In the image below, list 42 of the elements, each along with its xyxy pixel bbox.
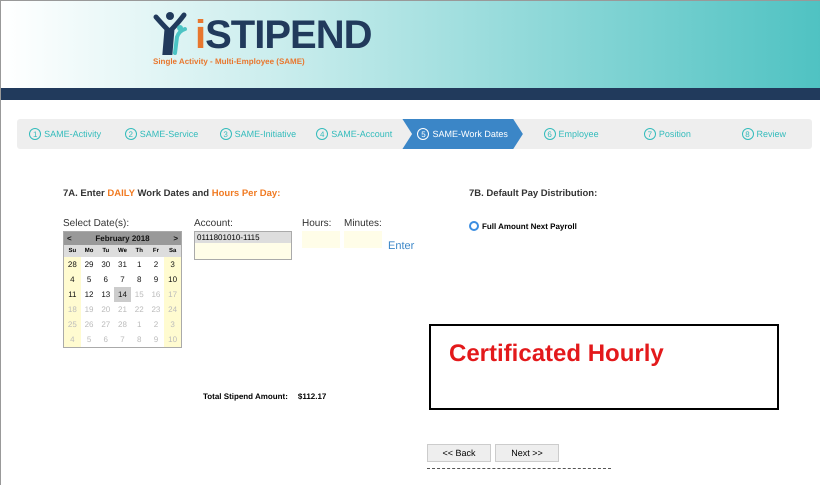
wizard-step[interactable]: 1 SAME-Activity [17, 119, 114, 149]
account-list[interactable]: 0111801010-1115 [194, 231, 292, 260]
wizard-step[interactable]: 5 SAME-Work Dates [402, 119, 523, 149]
calendar-day[interactable]: 4 [64, 332, 81, 347]
calendar-day[interactable]: 3 [164, 257, 181, 272]
field-label: Minutes: [344, 218, 382, 229]
calendar-day[interactable]: 28 [64, 257, 81, 272]
enter-link[interactable]: Enter [388, 240, 414, 252]
calendar-day[interactable]: 25 [64, 317, 81, 332]
total-amount: $112.17 [298, 392, 326, 401]
calendar-day[interactable]: 24 [164, 302, 181, 317]
annotation-text: Certificated Hourly [449, 340, 664, 368]
field-label: Hours: [302, 218, 332, 229]
calendar-day[interactable]: 11 [64, 287, 81, 302]
wizard-step[interactable]: 6 Employee [522, 119, 620, 149]
wizard-step[interactable]: 3 SAME-Initiative [210, 119, 306, 149]
app-subtitle: Single Activity - Multi-Employee (SAME) [153, 57, 306, 66]
total-label: Total Stipend Amount: [203, 392, 288, 401]
field-label: Select Date(s): [63, 218, 130, 229]
calendar-day[interactable]: 14 [114, 287, 131, 302]
prev-month-button[interactable]: < [67, 234, 72, 243]
calendar-day[interactable]: 18 [64, 302, 81, 317]
section-heading: 7A. Enter DAILY Work Dates and Hours Per Day: [63, 188, 282, 199]
back-button[interactable]: << Back [427, 444, 491, 462]
calendar-day[interactable]: 3 [164, 317, 181, 332]
option-label: Full Amount Next Payroll [482, 222, 577, 230]
calendar-day[interactable]: 10 [164, 272, 181, 287]
next-month-button[interactable]: > [173, 234, 178, 243]
wizard-step[interactable]: 4 SAME-Account [306, 119, 402, 149]
logo-text: iSTIPEND [195, 15, 372, 55]
calendar-day[interactable]: 4 [64, 272, 81, 287]
calendar-day[interactable]: 10 [164, 332, 181, 347]
wizard-step[interactable]: 8 Review [716, 119, 812, 149]
radio-button[interactable] [469, 221, 479, 231]
field-label: Account: [194, 218, 234, 229]
month-title: February 2018 [95, 234, 150, 243]
wizard-step[interactable]: 7 Position [619, 119, 716, 149]
account-option[interactable]: 0111801010-1115 [195, 232, 291, 243]
section-heading: 7B. Default Pay Distribution: [469, 188, 598, 199]
wizard-step[interactable]: 2 SAME-Service [113, 119, 210, 149]
calendar-day[interactable]: 17 [164, 287, 181, 302]
next-button[interactable]: Next >> [495, 444, 559, 462]
